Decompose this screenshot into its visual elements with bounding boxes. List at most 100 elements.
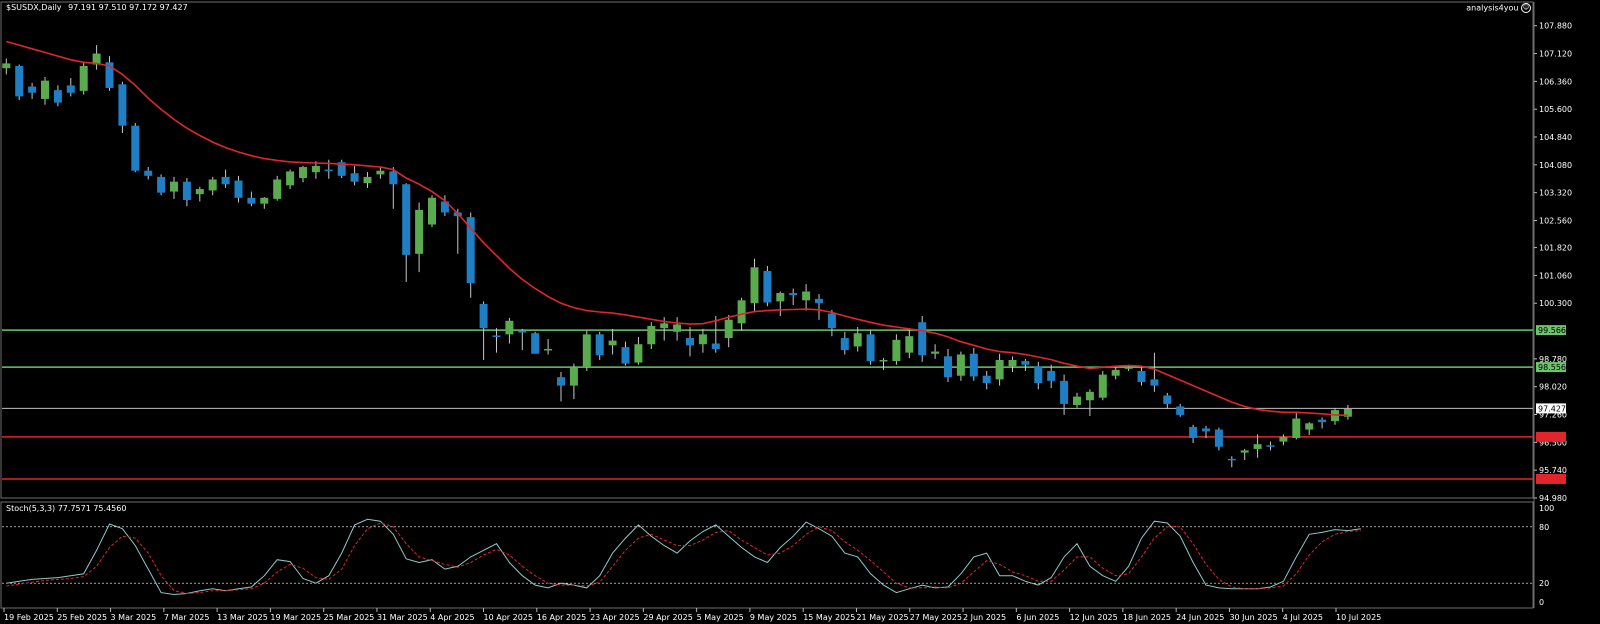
chart-canvas: 107.880 107.120 106.360 105.600 104.840 104.0… — [0, 1, 1572, 622]
support-price-tag-2 — [1536, 473, 1566, 484]
price-tag-label: 98.556 — [1538, 363, 1566, 372]
candle-body — [1098, 374, 1107, 398]
candle-body — [1047, 370, 1056, 381]
date-label: 10 Jul 2025 — [1336, 613, 1381, 622]
price-tick-label: 98.020 — [1539, 383, 1567, 392]
date-label: 5 May 2025 — [697, 613, 744, 622]
candle-body — [1253, 444, 1262, 449]
candle-body — [827, 313, 836, 329]
candle-body — [299, 167, 307, 179]
candle-body — [286, 171, 295, 186]
candle-body — [311, 165, 320, 173]
candle-body — [221, 176, 230, 185]
candle-body — [1150, 379, 1159, 386]
candle-body — [608, 340, 617, 346]
candle-body — [402, 184, 411, 255]
candle-body — [737, 300, 746, 324]
candle-body — [918, 322, 927, 356]
candle-body — [582, 334, 591, 368]
candle-body — [531, 333, 540, 354]
price-tick-label: 95.740 — [1539, 466, 1567, 475]
candle-body — [144, 170, 153, 176]
candle-body — [698, 334, 707, 345]
candle-body — [376, 170, 385, 175]
candle-body — [389, 171, 398, 185]
candle-body — [1227, 458, 1236, 461]
date-label: 9 May 2025 — [750, 613, 797, 622]
candle-body — [544, 348, 553, 351]
candle-body — [711, 343, 720, 349]
candle-body — [892, 339, 901, 362]
candle-body — [595, 334, 604, 356]
date-label: 12 Jun 2025 — [1070, 613, 1118, 622]
stoch-tick-label: 20 — [1539, 579, 1549, 588]
main-panel-frame — [0, 1, 1534, 499]
price-tick-label: 104.840 — [1539, 133, 1572, 142]
candle-body — [969, 353, 978, 377]
stoch-tick-label: 80 — [1539, 523, 1549, 532]
candle-body — [1073, 396, 1081, 406]
candle-body — [66, 85, 75, 93]
candle-body — [1124, 367, 1133, 369]
price-tick-label: 94.980 — [1539, 494, 1567, 503]
candle-body — [182, 181, 191, 200]
candle-body — [79, 65, 88, 91]
candle-body — [982, 375, 991, 384]
candle-body — [324, 169, 333, 172]
candle-body — [1292, 418, 1301, 438]
candle-body — [1137, 370, 1146, 382]
candle-body — [1279, 436, 1288, 442]
candle-body — [995, 359, 1004, 380]
symbol-label: $SUSDX,Daily — [6, 3, 62, 12]
date-label: 24 Jun 2025 — [1176, 613, 1224, 622]
candle-body — [28, 86, 37, 93]
candle-body — [815, 298, 823, 304]
date-label: 2 Jun 2025 — [963, 613, 1006, 622]
candle-body — [905, 336, 914, 353]
candle-body — [118, 84, 127, 126]
price-tick-label: 100.300 — [1539, 299, 1572, 308]
ohlc-values: 97.191 97.510 97.172 97.427 — [68, 3, 188, 12]
candle-body — [1021, 361, 1030, 365]
candle-body — [170, 181, 178, 192]
candle-body — [647, 325, 656, 345]
candle-body — [569, 367, 578, 386]
candle-body — [247, 197, 256, 204]
candle-body — [789, 292, 798, 296]
moving-average-line — [6, 40, 1348, 417]
candle-body — [931, 351, 940, 354]
date-label: 21 May 2025 — [856, 613, 908, 622]
stoch-title: Stoch(5,3,3) 77.7571 75.4560 — [6, 504, 127, 513]
candle-body — [660, 323, 669, 329]
date-label: 4 Apr 2025 — [430, 613, 474, 622]
brand-name: analysis4you — [1466, 3, 1519, 13]
price-tick-label: 107.120 — [1539, 50, 1572, 59]
candle-body — [415, 209, 424, 254]
date-label: 29 Apr 2025 — [643, 613, 692, 622]
candle-body — [131, 125, 140, 171]
candle-body — [724, 319, 733, 339]
candle-body — [673, 324, 682, 332]
price-tick-label: 106.360 — [1539, 77, 1572, 86]
smiley-icon: ☺ — [1521, 3, 1531, 13]
date-label: 30 Jun 2025 — [1229, 613, 1277, 622]
price-tick-label: 101.060 — [1539, 271, 1572, 280]
date-label: 13 Mar 2025 — [217, 613, 268, 622]
date-label: 19 Feb 2025 — [4, 613, 54, 622]
candle-body — [15, 65, 24, 97]
candle-body — [53, 90, 62, 103]
candle-body — [621, 347, 630, 364]
date-label: 7 Mar 2025 — [164, 613, 210, 622]
candle-body — [750, 267, 759, 304]
candle-body — [157, 176, 166, 193]
price-tick-label: 104.080 — [1539, 161, 1572, 170]
stoch-tick-label: 0 — [1539, 598, 1544, 607]
candle-body — [1034, 366, 1043, 384]
candle-body — [428, 197, 436, 225]
candle-body — [763, 271, 772, 303]
candle-body — [879, 359, 888, 362]
candle-body — [1008, 359, 1017, 367]
candle-body — [840, 338, 849, 351]
candle-body — [686, 338, 694, 346]
price-tick-label: 101.820 — [1539, 244, 1572, 253]
